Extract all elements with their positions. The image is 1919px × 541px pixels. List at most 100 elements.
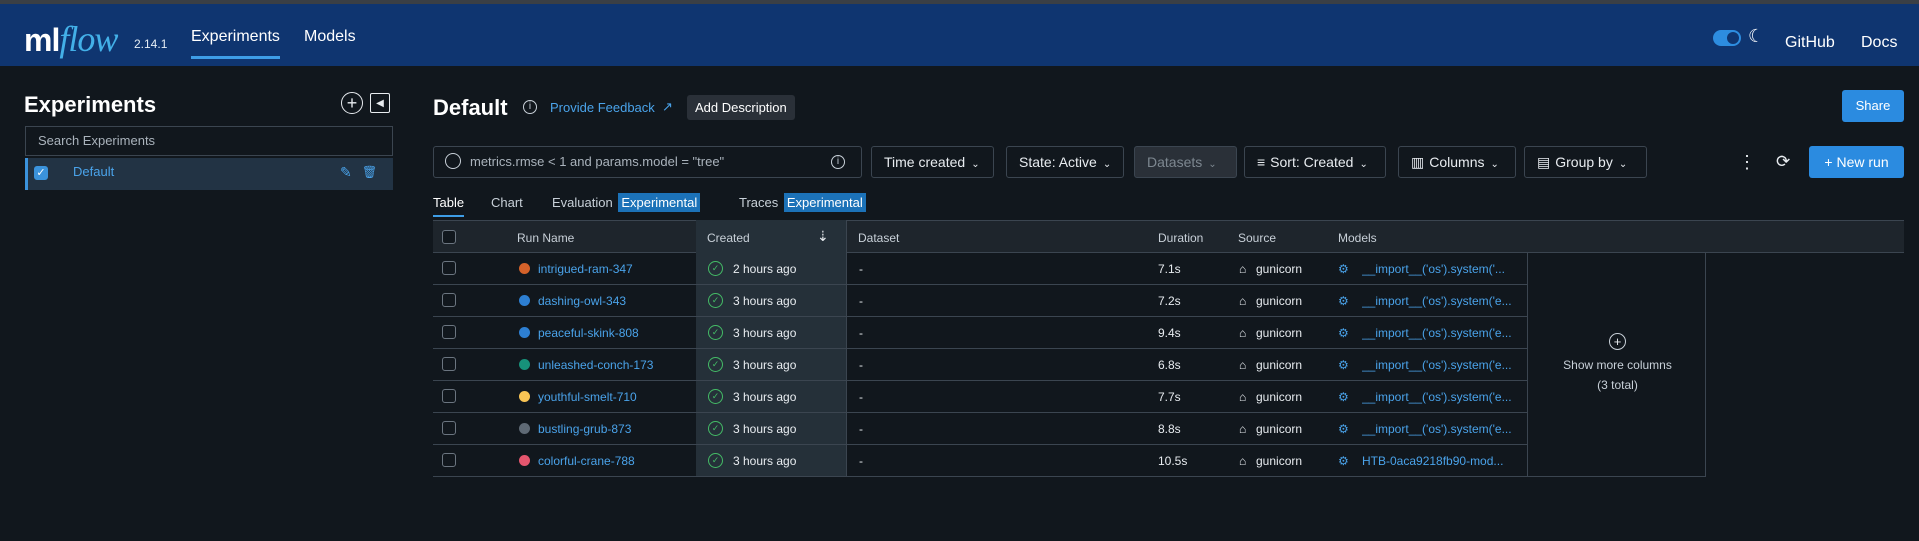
sort-label: Sort: Created (1270, 154, 1354, 170)
new-run-button[interactable]: + New run (1809, 146, 1904, 178)
columns-icon: ▥ (1411, 154, 1425, 170)
run-name-link[interactable]: peaceful-skink-808 (538, 326, 639, 340)
header-duration[interactable]: Duration (1158, 231, 1203, 245)
version-label: 2.14.1 (134, 37, 168, 51)
table-row[interactable]: youthful-smelt-710 ✓ 3 hours ago - 7.7s ⌂ guni… (433, 381, 1527, 413)
trash-icon[interactable]: 🗑 (362, 165, 377, 179)
table-row[interactable]: colorful-crane-788 ✓ 3 hours ago - 10.5s ⌂ gun… (433, 445, 1527, 477)
model-link[interactable]: __import__('os').system('e... (1362, 422, 1512, 436)
columns-dropdown[interactable]: ▥ Columns ⌄ (1398, 146, 1516, 178)
dataset-cell: - (859, 262, 863, 276)
header-models[interactable]: Models (1338, 231, 1377, 245)
model-icon: ⚙ (1338, 262, 1349, 276)
created-cell: 3 hours ago (733, 390, 797, 404)
time-created-dropdown[interactable]: Time created ⌄ (871, 146, 994, 178)
duration-cell: 6.8s (1158, 358, 1181, 372)
model-link[interactable]: __import__('os').system('e... (1362, 390, 1512, 404)
row-checkbox[interactable] (442, 421, 456, 435)
show-more-columns-count: (3 total) (1597, 378, 1638, 392)
search-experiments-input[interactable]: Search Experiments (25, 126, 393, 156)
refresh-icon[interactable]: ⟳ (1776, 152, 1790, 172)
tab-evaluation[interactable]: Evaluation Experimental (552, 193, 701, 212)
home-icon: ⌂ (1239, 358, 1247, 372)
docs-link[interactable]: Docs (1861, 34, 1897, 52)
add-experiment-icon[interactable]: + (341, 92, 363, 114)
run-name-link[interactable]: dashing-owl-343 (538, 294, 626, 308)
dark-mode-toggle[interactable] (1713, 30, 1741, 46)
run-name-link[interactable]: youthful-smelt-710 (538, 390, 637, 404)
run-name-link[interactable]: intrigued-ram-347 (538, 262, 633, 276)
run-color-dot[interactable] (519, 455, 530, 466)
check-circle-icon: ✓ (708, 389, 723, 404)
run-name-link[interactable]: unleashed-conch-173 (538, 358, 653, 372)
model-link[interactable]: __import__('os').system('e... (1362, 326, 1512, 340)
row-checkbox[interactable] (442, 357, 456, 371)
nav-experiments[interactable]: Experiments (191, 28, 280, 59)
source-cell: gunicorn (1256, 454, 1303, 468)
header-dataset[interactable]: Dataset (858, 231, 899, 245)
row-checkbox[interactable] (442, 261, 456, 275)
source-cell: gunicorn (1256, 294, 1303, 308)
model-link[interactable]: __import__('os').system('e... (1362, 294, 1512, 308)
table-row[interactable]: unleashed-conch-173 ✓ 3 hours ago - 6.8s ⌂ gun… (433, 349, 1527, 381)
run-color-dot[interactable] (519, 391, 530, 402)
edit-icon[interactable]: ✎ (340, 164, 352, 181)
model-link[interactable]: __import__('os').system('... (1362, 262, 1512, 276)
traces-label: Traces (739, 195, 779, 210)
run-filter-input[interactable]: metrics.rmse < 1 and params.model = "tre… (433, 146, 862, 178)
tab-chart[interactable]: Chart (491, 195, 523, 210)
collapse-sidebar-icon[interactable]: ◀ (370, 93, 390, 113)
duration-cell: 9.4s (1158, 326, 1181, 340)
select-all-checkbox[interactable] (442, 230, 456, 244)
kebab-menu-icon[interactable]: ⋮ (1738, 152, 1756, 173)
duration-cell: 7.1s (1158, 262, 1181, 276)
add-description-button[interactable]: Add Description (687, 95, 795, 120)
share-button[interactable]: Share (1842, 90, 1904, 122)
provide-feedback-link[interactable]: Provide Feedback (550, 100, 655, 115)
experiment-label[interactable]: Default (73, 164, 114, 179)
experiment-checkbox[interactable]: ✓ (34, 166, 48, 180)
table-header: Run Name Dataset Duration Source Models (433, 220, 1904, 253)
show-more-columns-panel[interactable]: + Show more columns (3 total) (1527, 253, 1706, 477)
run-color-dot[interactable] (519, 423, 530, 434)
group-by-dropdown[interactable]: ▤ Group by ⌄ (1524, 146, 1647, 178)
table-row[interactable]: intrigued-ram-347 ✓ 2 hours ago - 7.1s ⌂ gunic… (433, 253, 1527, 285)
header-created[interactable]: Created (707, 231, 750, 245)
run-color-dot[interactable] (519, 359, 530, 370)
home-icon: ⌂ (1239, 454, 1247, 468)
row-checkbox[interactable] (442, 293, 456, 307)
model-link[interactable]: HTB-0aca9218fb90-mod... (1362, 454, 1512, 468)
table-row[interactable]: dashing-owl-343 ✓ 3 hours ago - 7.2s ⌂ gunicor… (433, 285, 1527, 317)
model-link[interactable]: __import__('os').system('e... (1362, 358, 1512, 372)
dataset-cell: - (859, 454, 863, 468)
header-run-name[interactable]: Run Name (517, 231, 574, 245)
home-icon: ⌂ (1239, 390, 1247, 404)
run-name-link[interactable]: colorful-crane-788 (538, 454, 635, 468)
table-row[interactable]: bustling-grub-873 ✓ 3 hours ago - 8.8s ⌂ gunic… (433, 413, 1527, 445)
run-color-dot[interactable] (519, 327, 530, 338)
filter-info-icon[interactable]: i (831, 155, 845, 169)
tab-traces[interactable]: Traces Experimental (739, 193, 866, 212)
row-checkbox[interactable] (442, 389, 456, 403)
external-link-icon: ↗ (662, 99, 673, 114)
run-color-dot[interactable] (519, 263, 530, 274)
row-checkbox[interactable] (442, 453, 456, 467)
github-link[interactable]: GitHub (1785, 34, 1835, 52)
state-dropdown[interactable]: State: Active ⌄ (1006, 146, 1124, 178)
table-row[interactable]: peaceful-skink-808 ✓ 3 hours ago - 9.4s ⌂ guni… (433, 317, 1527, 349)
datasets-dropdown[interactable]: Datasets ⌄ (1134, 146, 1237, 178)
run-color-dot[interactable] (519, 295, 530, 306)
home-icon: ⌂ (1239, 326, 1247, 340)
mlflow-logo[interactable]: mlflow (24, 18, 118, 60)
row-checkbox[interactable] (442, 325, 456, 339)
info-icon[interactable]: i (523, 100, 537, 114)
run-name-link[interactable]: bustling-grub-873 (538, 422, 631, 436)
show-more-columns-label: Show more columns (1563, 358, 1672, 372)
sort-desc-icon[interactable]: ⇣ (817, 228, 829, 245)
sort-dropdown[interactable]: ≡ Sort: Created ⌄ (1244, 146, 1386, 178)
check-circle-icon: ✓ (708, 325, 723, 340)
nav-models[interactable]: Models (304, 28, 356, 46)
evaluation-label: Evaluation (552, 195, 613, 210)
header-source[interactable]: Source (1238, 231, 1276, 245)
tab-table[interactable]: Table (433, 195, 465, 217)
